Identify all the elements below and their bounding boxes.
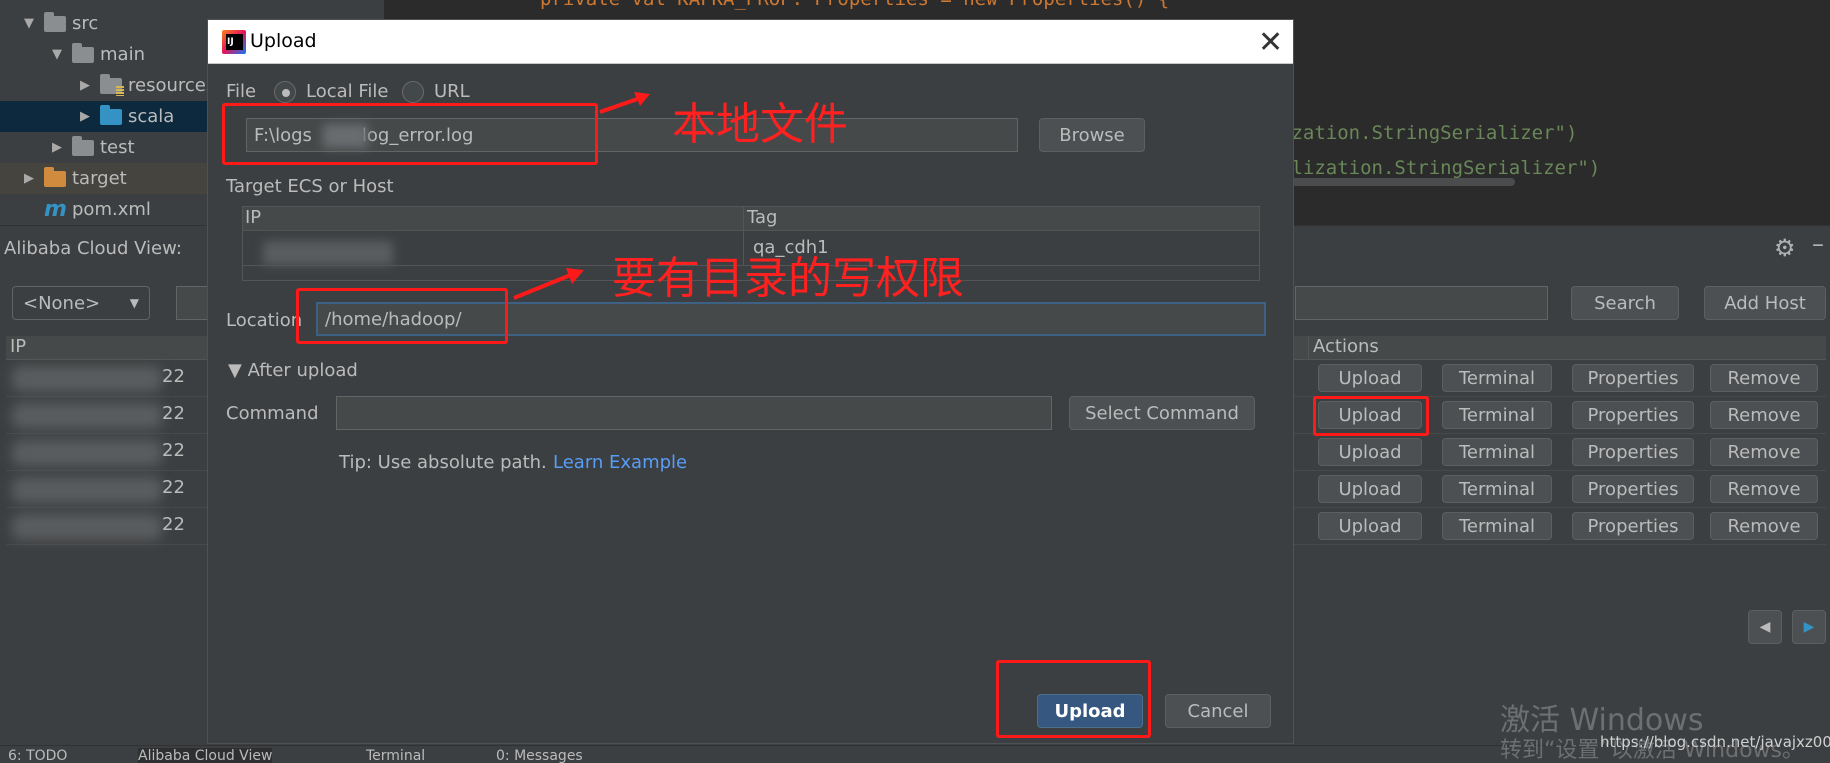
column-header-ip: IP (10, 336, 27, 357)
learn-example-link[interactable]: Learn Example (553, 452, 687, 473)
excluded-folder-icon (44, 166, 66, 187)
chevron-right-icon[interactable]: ▶ (76, 78, 94, 93)
intellij-logo-icon (222, 30, 246, 54)
search-button[interactable]: Search (1571, 286, 1679, 320)
annotation-box-file-path (222, 103, 598, 165)
remove-button[interactable]: Remove (1710, 475, 1818, 503)
maven-icon: m (44, 197, 67, 222)
host-port: 22 (162, 440, 185, 461)
cancel-button[interactable]: Cancel (1165, 694, 1271, 728)
properties-button[interactable]: Properties (1572, 438, 1694, 466)
terminal-button[interactable]: Terminal (1442, 438, 1552, 466)
terminal-button[interactable]: Terminal (1442, 512, 1552, 540)
redacted-ip (12, 477, 162, 503)
command-label: Command (226, 403, 319, 424)
remove-button[interactable]: Remove (1710, 364, 1818, 392)
chevron-right-icon[interactable]: ▶ (20, 171, 38, 186)
annotation-write-permission: 要有目录的写权限 (612, 253, 964, 304)
local-file-label[interactable]: Local File (306, 81, 389, 102)
folder-icon (72, 135, 94, 156)
local-file-radio[interactable] (274, 81, 296, 103)
horizontal-scrollbar[interactable] (1275, 178, 1515, 186)
redacted-ip (263, 241, 393, 265)
code-line: private val KAFKA_PROP: Properties = new… (540, 0, 1169, 10)
code-line: alization.StringSerializer") (1280, 157, 1601, 179)
annotation-local-file: 本地文件 (672, 99, 848, 150)
properties-button[interactable]: Properties (1572, 475, 1694, 503)
browse-button[interactable]: Browse (1039, 118, 1145, 152)
panel-title: Alibaba Cloud View: (4, 238, 182, 259)
properties-button[interactable]: Properties (1572, 512, 1694, 540)
tab-messages[interactable]: 0: Messages (496, 748, 583, 763)
target-label: Target ECS or Host (226, 176, 394, 197)
tip-text: Tip: Use absolute path. (339, 452, 547, 473)
chevron-right-icon[interactable]: ▶ (76, 109, 94, 124)
upload-button[interactable]: Upload (1318, 512, 1422, 540)
column-header-actions: Actions (1308, 336, 1379, 360)
dialog-titlebar[interactable]: Upload ✕ (208, 20, 1293, 64)
remove-button[interactable]: Remove (1710, 401, 1818, 429)
source-folder-icon (100, 104, 122, 125)
upload-button[interactable]: Upload (1318, 475, 1422, 503)
host-port: 22 (162, 477, 185, 498)
annotation-box-row-upload (1313, 396, 1429, 436)
code-line: ization.StringSerializer") (1280, 122, 1578, 144)
annotation-arrow-icon (599, 92, 650, 114)
host-port: 22 (162, 403, 185, 424)
properties-button[interactable]: Properties (1572, 401, 1694, 429)
chevron-right-icon: ▶ (1803, 619, 1815, 635)
minimize-icon[interactable]: – (1812, 230, 1824, 258)
close-icon[interactable]: ✕ (1258, 25, 1283, 60)
redacted-ip (12, 366, 162, 392)
add-host-button[interactable]: Add Host (1704, 286, 1826, 320)
column-header-ip: IP (245, 207, 262, 228)
terminal-button[interactable]: Terminal (1442, 475, 1552, 503)
upload-button[interactable]: Upload (1318, 364, 1422, 392)
chevron-left-icon: ◀ (1759, 619, 1771, 635)
annotation-box-upload-submit (996, 660, 1151, 738)
resources-folder-icon (100, 73, 124, 96)
command-input[interactable] (336, 396, 1052, 430)
tab-terminal[interactable]: Terminal (366, 748, 425, 763)
column-header-tag: Tag (743, 207, 777, 231)
source-watermark-url: https://blog.csdn.net/javajxz008 (1600, 733, 1830, 751)
url-label[interactable]: URL (434, 81, 470, 102)
tab-todo[interactable]: 6: TODO (8, 748, 67, 763)
gear-icon[interactable]: ⚙ (1774, 234, 1796, 262)
chevron-down-icon[interactable]: ▼ (48, 47, 66, 62)
dialog-title: Upload (250, 30, 317, 52)
host-port: 22 (162, 366, 185, 387)
location-label: Location (226, 310, 303, 331)
file-label: File (226, 81, 257, 102)
annotation-arrow-icon (513, 268, 584, 300)
chevron-down-icon[interactable]: ▼ (20, 16, 38, 31)
folder-icon (44, 11, 66, 32)
terminal-button[interactable]: Terminal (1442, 401, 1552, 429)
chevron-down-icon: ▼ (129, 296, 139, 310)
search-input[interactable] (1295, 286, 1548, 320)
redacted-ip (12, 514, 162, 540)
next-page-button[interactable]: ▶ (1792, 610, 1826, 644)
redacted-ip (12, 403, 162, 429)
terminal-button[interactable]: Terminal (1442, 364, 1552, 392)
folder-icon (72, 42, 94, 63)
url-radio[interactable] (402, 81, 424, 103)
remove-button[interactable]: Remove (1710, 512, 1818, 540)
chevron-right-icon[interactable]: ▶ (48, 140, 66, 155)
tab-alibaba-cloud-view[interactable]: Alibaba Cloud View (138, 748, 273, 763)
filter-select[interactable]: <None> ▼ (12, 286, 150, 320)
redacted-ip (12, 440, 162, 466)
select-command-button[interactable]: Select Command (1069, 396, 1255, 430)
upload-button[interactable]: Upload (1318, 438, 1422, 466)
host-port: 22 (162, 514, 185, 535)
after-upload-toggle[interactable]: ▼ After upload (228, 360, 358, 381)
properties-button[interactable]: Properties (1572, 364, 1694, 392)
annotation-box-location (296, 288, 508, 344)
remove-button[interactable]: Remove (1710, 438, 1818, 466)
previous-page-button[interactable]: ◀ (1748, 610, 1782, 644)
target-table-header: IP Tag (243, 207, 1259, 231)
